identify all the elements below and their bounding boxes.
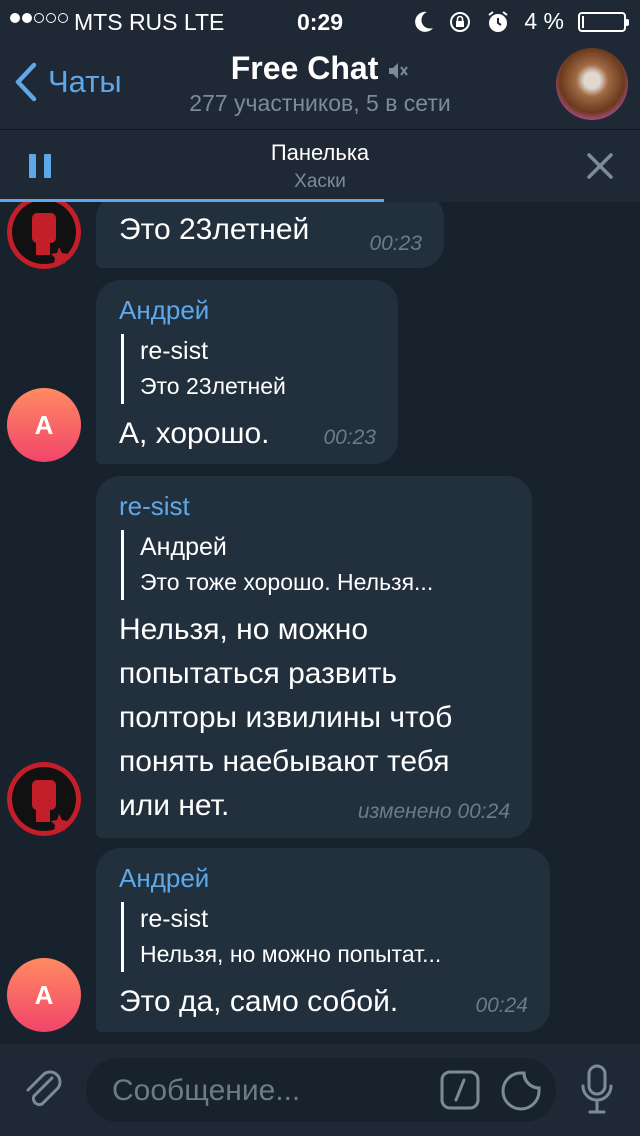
message-text: Это да, само собой. <box>119 985 399 1018</box>
sender-name[interactable]: re-sist <box>119 488 510 524</box>
close-icon[interactable] <box>580 146 620 186</box>
rotation-lock-icon <box>450 11 471 32</box>
message-field-container <box>86 1058 556 1124</box>
chat-avatar[interactable] <box>556 48 628 120</box>
reply-quote[interactable]: Андрей Это тоже хорошо. Нельзя... <box>121 530 510 600</box>
avatar[interactable] <box>7 202 81 269</box>
fist-logo-icon <box>32 213 68 264</box>
fist-logo-icon <box>32 780 68 831</box>
message-bubble[interactable]: Андрей re-sist Нельзя, но можно попытат.… <box>96 848 550 1032</box>
chat-subtitle: 277 участников, 5 в сети <box>189 90 451 116</box>
message-bubble[interactable]: re-sist Андрей Это тоже хорошо. Нельзя..… <box>96 476 532 838</box>
sticker-icon[interactable] <box>500 1070 542 1112</box>
message-bubble[interactable]: Андрей re-sist Это 23летней А, хорошо. 0… <box>96 280 398 464</box>
message-time: изменено 00:24 <box>357 800 510 823</box>
reply-quote[interactable]: re-sist Это 23летней <box>121 334 376 404</box>
message-time: 00:23 <box>323 426 376 449</box>
battery-icon <box>578 11 629 32</box>
message-list[interactable]: Это 23летней 00:23 A Андрей re-sist Это … <box>0 202 640 1044</box>
avatar[interactable]: A <box>7 958 81 1032</box>
microphone-icon[interactable] <box>580 1064 614 1116</box>
reply-quote[interactable]: re-sist Нельзя, но можно попытат... <box>121 902 528 972</box>
sender-name[interactable]: Андрей <box>119 292 376 328</box>
bot-command-icon[interactable] <box>440 1070 480 1110</box>
sender-name[interactable]: Андрей <box>119 860 528 896</box>
speaker-muted-icon <box>389 62 409 79</box>
pinned-title: Панелька <box>270 140 370 165</box>
chat-header: Чаты Free Chat 277 участников, 5 в сети <box>0 40 640 130</box>
message-text: Нельзя, но можно попытаться развить полт… <box>119 613 453 822</box>
message-time: 00:23 <box>369 232 422 255</box>
moon-icon <box>415 11 434 32</box>
pinned-subtitle: Хаски <box>294 171 346 192</box>
message-input[interactable] <box>110 1058 424 1124</box>
avatar[interactable]: A <box>7 388 81 462</box>
avatar[interactable] <box>7 762 81 836</box>
message-input-bar <box>0 1044 640 1136</box>
battery-percent: 4 % <box>524 8 564 34</box>
status-bar: MTS RUS LTE 0:29 4 % <box>0 0 640 40</box>
pinned-panel[interactable]: Панелька Хаски <box>0 130 640 202</box>
alarm-icon <box>488 10 508 32</box>
message-time: 00:24 <box>475 994 528 1017</box>
message-bubble[interactable]: Это 23летней 00:23 <box>96 202 444 268</box>
paperclip-icon[interactable] <box>22 1066 66 1114</box>
chat-title[interactable]: Free Chat <box>0 50 640 87</box>
